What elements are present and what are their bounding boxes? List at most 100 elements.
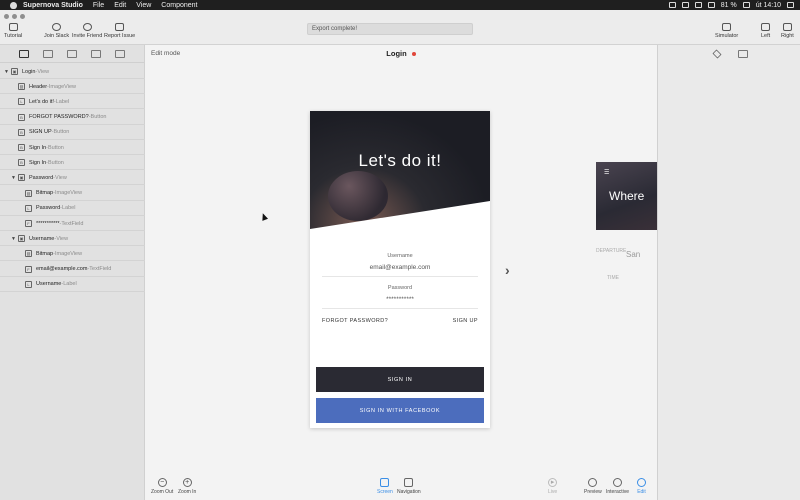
minus-icon: − [157, 478, 167, 487]
join-slack-button[interactable]: Join Slack [44, 23, 69, 39]
flow-icon[interactable] [91, 49, 101, 58]
layer-row[interactable]: B Sign In - Button [11, 141, 64, 154]
status-field: Export complete! [307, 23, 473, 35]
hamburger-icon: ☰ [604, 170, 610, 176]
username-field[interactable]: email@example.com [310, 264, 490, 271]
layer-row[interactable]: B SIGN UP - Button [11, 126, 69, 139]
sign-up-button[interactable]: SIGN UP [453, 318, 478, 324]
facebook-sign-in-button[interactable]: SIGN IN WITH FACEBOOK [316, 398, 484, 423]
layer-row[interactable]: ▨ Bitmap - ImageView [18, 247, 82, 260]
report-issue-button[interactable]: Report Issue [104, 23, 135, 39]
layer-row[interactable]: ▨ Header - ImageView [11, 80, 76, 93]
disclosure-triangle-icon[interactable]: ▼ [11, 236, 18, 242]
sign-in-button[interactable]: SIGN IN [316, 367, 484, 392]
tutorial-button[interactable]: Tutorial [4, 23, 22, 39]
layer-row[interactable]: ▼ ▣ Password - View [11, 171, 67, 184]
layer-name: Username [29, 235, 55, 242]
layer-row[interactable]: F *********** - TextField [18, 217, 83, 230]
flag-icon[interactable] [742, 2, 750, 8]
play-icon: ▸ [548, 478, 558, 487]
hero-title[interactable]: Let's do it! [310, 151, 490, 171]
wifi-icon[interactable] [694, 2, 702, 8]
next-label-city: San [626, 250, 641, 259]
edit-icon [637, 478, 646, 487]
zoom-window-button[interactable] [20, 14, 25, 19]
layer-row-divider [0, 230, 145, 231]
layer-row-divider [0, 290, 145, 292]
username-label[interactable]: Username [310, 253, 490, 259]
preview-button[interactable]: Preview [584, 478, 602, 495]
left-panel-toggle[interactable]: Left [761, 23, 770, 39]
layer-row[interactable]: ▨ Bitmap - ImageView [18, 187, 82, 200]
edit-button[interactable]: Edit [637, 478, 646, 495]
tab-screen[interactable]: Screen [377, 478, 393, 495]
login-screen-mockup[interactable]: Let's do it! Username email@example.com … [310, 111, 490, 428]
dropbox-icon[interactable] [668, 2, 676, 8]
zoom-out-button[interactable]: − Zoom Out [151, 478, 173, 495]
clock[interactable]: út 14:10 [756, 2, 781, 9]
next-screen-title: Where [609, 189, 645, 203]
layer-name: Password [36, 205, 61, 212]
apple-icon[interactable] [10, 1, 17, 9]
layer-name: Sign In [29, 144, 47, 151]
layer-row[interactable]: B Sign In - Button [11, 156, 64, 169]
disclosure-triangle-icon[interactable]: ▼ [11, 175, 18, 181]
layer-row[interactable]: Femail@example.com - TextField [18, 263, 111, 276]
zoom-in-button[interactable]: + Zoom In [178, 478, 196, 495]
layer-row[interactable]: ▼ ▣ Username - View [11, 232, 68, 245]
menu-app-name[interactable]: Supernova Studio [23, 2, 83, 9]
chevron-right-icon[interactable]: › [505, 263, 514, 277]
code-icon[interactable] [712, 49, 722, 59]
components-icon[interactable] [67, 49, 77, 58]
layer-type: Label [62, 205, 76, 212]
menu-component[interactable]: Component [161, 2, 197, 9]
menu-file[interactable]: File [93, 2, 104, 9]
layers-list-icon[interactable] [19, 49, 29, 58]
simulator-button[interactable]: Simulator [715, 23, 738, 39]
layer-row[interactable]: L Password - Label [18, 202, 75, 215]
layer-type: Label [55, 98, 70, 105]
battery-percent[interactable]: 81 % [721, 2, 737, 9]
layers-sidebar: ▼ ▣ Login - View ▨ Header - ImageView L Let's … [0, 45, 145, 500]
layer-type: Label [63, 281, 77, 288]
layer-name: Username [36, 281, 62, 288]
eye-icon [588, 478, 598, 487]
layer-row[interactable]: ▼ ▣ Login - View [4, 65, 49, 78]
image-icon[interactable] [115, 49, 125, 58]
header-image[interactable]: Let's do it! [310, 111, 490, 229]
layer-type-icon: L [18, 98, 25, 106]
menu-edit[interactable]: Edit [114, 2, 126, 9]
layer-type: View [55, 174, 67, 181]
stack-icon[interactable] [43, 49, 53, 58]
close-window-button[interactable] [4, 14, 9, 19]
layer-row[interactable]: B FORGOT PASSWORD? - Button [11, 111, 106, 124]
next-screen-preview[interactable]: ☰ Where DEPARTURE San TIME [596, 162, 657, 292]
layer-type-icon: B [18, 113, 25, 121]
password-field[interactable]: *********** [310, 296, 490, 303]
layer-row[interactable]: L Username - Label [18, 278, 77, 291]
forgot-password-button[interactable]: FORGOT PASSWORD? [322, 318, 388, 324]
layer-row-divider [0, 260, 145, 262]
tab-navigation[interactable]: Navigation [397, 478, 421, 495]
invite-friend-button[interactable]: Invite Friend [72, 23, 102, 39]
right-panel-toggle[interactable]: Right [781, 23, 794, 39]
volume-icon[interactable] [707, 2, 715, 8]
layer-name: Password [29, 174, 54, 181]
left-panel-icon [761, 23, 771, 31]
minimize-window-button[interactable] [12, 14, 17, 19]
layer-row[interactable]: L Let's do it! - Label [11, 95, 69, 108]
search-icon[interactable] [787, 2, 794, 8]
disclosure-triangle-icon[interactable]: ▼ [4, 69, 11, 75]
layout-icon[interactable] [738, 50, 748, 58]
layer-row-divider [0, 93, 145, 95]
layer-type: ImageView [54, 190, 83, 197]
live-button[interactable]: ▸ Live [548, 478, 557, 495]
layer-row-divider [0, 154, 145, 155]
layer-name: email@example.com [36, 266, 88, 273]
password-label[interactable]: Password [310, 285, 490, 291]
menu-view[interactable]: View [136, 2, 151, 9]
interactive-button[interactable]: Interactive [606, 478, 629, 495]
layer-type: Button [53, 129, 70, 136]
layer-row-divider [0, 78, 145, 79]
bluetooth-icon[interactable] [681, 2, 689, 8]
